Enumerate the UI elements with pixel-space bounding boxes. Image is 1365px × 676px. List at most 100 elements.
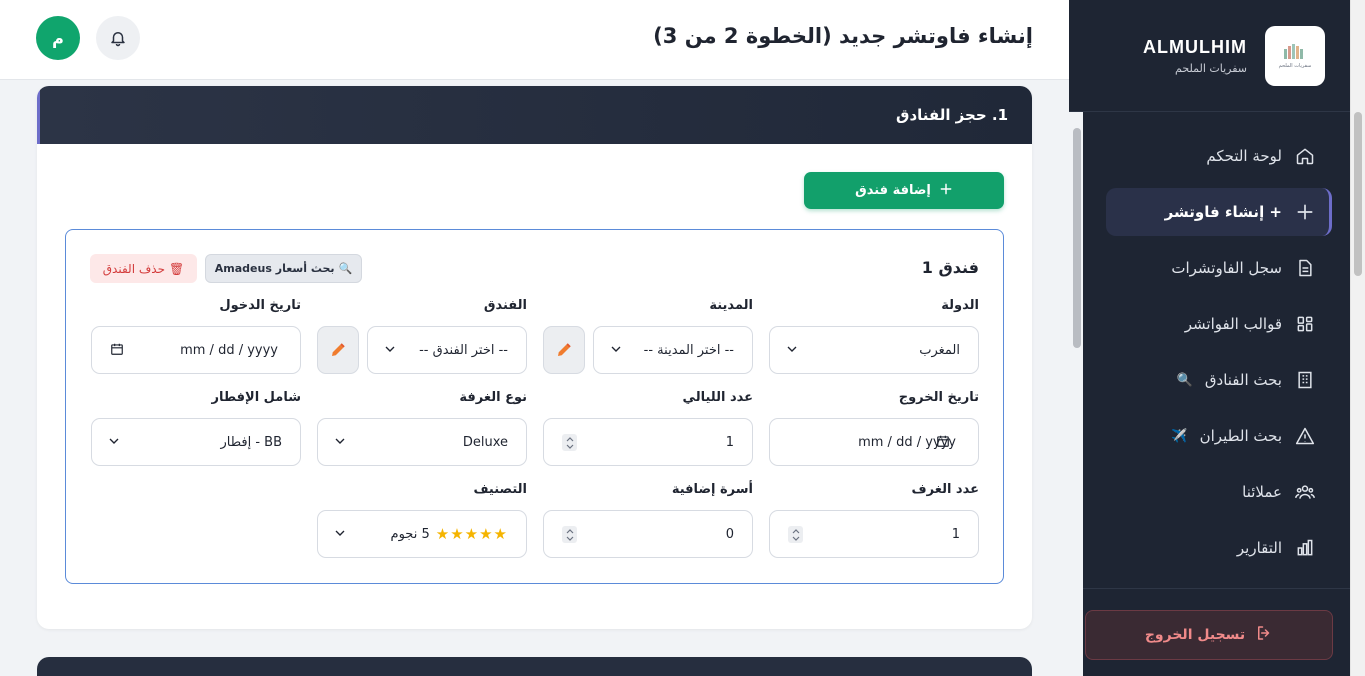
chevron-down-icon bbox=[109, 438, 119, 444]
notifications-button[interactable] bbox=[96, 16, 140, 60]
logout-label: تسجيل الخروج bbox=[1144, 627, 1246, 643]
spinner-icon[interactable] bbox=[788, 526, 803, 543]
extra-beds-stepper[interactable]: 0 bbox=[543, 510, 753, 558]
rooms-stepper[interactable]: 1 bbox=[769, 510, 979, 558]
delete-hotel-button[interactable]: 🗑 حذف الفندق bbox=[90, 254, 197, 283]
sidebar-footer: تسجيل الخروج bbox=[1069, 588, 1365, 660]
grid-icon bbox=[1294, 313, 1316, 335]
sidebar-item-flight-search[interactable]: بحث الطيران ✈️ bbox=[1106, 412, 1332, 460]
rating-label: التصنيف bbox=[473, 482, 527, 497]
spinner-icon[interactable] bbox=[562, 526, 577, 543]
chevron-down-icon bbox=[787, 346, 797, 352]
sidebar-item-dashboard[interactable]: لوحة التحكم bbox=[1106, 132, 1332, 180]
sidebar-item-voucher-log[interactable]: سجل الفاوتشرات bbox=[1106, 244, 1332, 292]
pencil-icon bbox=[332, 343, 345, 356]
checkin-date-input[interactable]: mm / dd / yyyy bbox=[91, 326, 301, 374]
rooms-label: عدد الغرف bbox=[911, 482, 979, 497]
board-select[interactable]: BB - إفطار bbox=[91, 418, 301, 466]
pencil-icon bbox=[558, 343, 571, 356]
bell-icon bbox=[111, 32, 125, 47]
bar-chart-icon bbox=[1294, 537, 1316, 559]
topbar: إنشاء فاوتشر جديد (الخطوة 2 من 3) م bbox=[0, 0, 1069, 80]
logout-button[interactable]: تسجيل الخروج bbox=[1085, 610, 1333, 660]
checkin-value: mm / dd / yyyy bbox=[180, 342, 278, 358]
sidebar-nav: لوحة التحكم + إنشاء فاوتشر سجل الفاوتشرا… bbox=[1069, 112, 1365, 572]
page-title: إنشاء فاوتشر جديد (الخطوة 2 من 3) bbox=[653, 24, 1033, 48]
checkout-date-input[interactable]: mm / dd / yyyy bbox=[769, 418, 979, 466]
next-section-card bbox=[37, 657, 1032, 676]
chevron-down-icon bbox=[335, 530, 345, 536]
sidebar-item-voucher-templates[interactable]: قوالب الفواتشر bbox=[1106, 300, 1332, 348]
logout-icon bbox=[1255, 624, 1273, 646]
sidebar-item-reports[interactable]: التقارير bbox=[1106, 524, 1332, 572]
star-icon: ★★★★★ bbox=[435, 525, 508, 543]
chevron-down-icon bbox=[611, 346, 621, 352]
users-icon bbox=[1294, 481, 1316, 503]
page-scrollbar[interactable] bbox=[1350, 0, 1365, 676]
sidebar-item-label: لوحة التحكم bbox=[1206, 147, 1282, 165]
sidebar-item-hotel-search[interactable]: بحث الفنادق 🔍 bbox=[1106, 356, 1332, 404]
sidebar-item-label: عملائنا bbox=[1242, 483, 1282, 501]
sidebar-item-create-voucher[interactable]: + إنشاء فاوتشر bbox=[1106, 188, 1332, 236]
calendar-icon bbox=[111, 343, 123, 355]
checkout-label: تاريخ الخروج bbox=[898, 390, 979, 405]
brand-logo[interactable]: سفريات الملحم bbox=[1265, 25, 1325, 86]
brand-name: ALMULHIM bbox=[1143, 36, 1247, 57]
country-label: الدولة bbox=[941, 298, 979, 313]
magnifier-icon: 🔍 bbox=[1176, 372, 1193, 388]
room-type-select[interactable]: Deluxe bbox=[317, 418, 527, 466]
nights-label: عدد الليالي bbox=[682, 390, 753, 405]
chevron-down-icon bbox=[335, 438, 345, 444]
building-icon bbox=[1294, 369, 1316, 391]
sidebar-item-label: قوالب الفواتشر bbox=[1184, 315, 1282, 333]
edit-hotel-button[interactable] bbox=[317, 326, 359, 374]
room-type-value: Deluxe bbox=[462, 434, 508, 450]
add-hotel-label: إضافة فندق bbox=[855, 183, 931, 198]
calendar-icon bbox=[937, 435, 949, 447]
nights-stepper[interactable]: 1 bbox=[543, 418, 753, 466]
avatar[interactable]: م bbox=[36, 16, 80, 60]
country-select[interactable]: المغرب bbox=[769, 326, 979, 374]
logo-text: سفريات الملحم bbox=[1278, 62, 1312, 69]
sidebar-item-label: التقارير bbox=[1236, 539, 1282, 557]
nights-value: 1 bbox=[725, 434, 734, 450]
add-hotel-button[interactable]: إضافة فندق bbox=[804, 172, 1004, 209]
board-label: شامل الإفطار bbox=[211, 390, 301, 405]
hotel-booking-card: 1. حجز الفنادق إضافة فندق فندق 1 🔍 بحث أ… bbox=[37, 86, 1032, 629]
delete-hotel-label: حذف الفندق bbox=[102, 261, 166, 276]
rating-select[interactable]: ★★★★★ 5 نجوم bbox=[317, 510, 527, 558]
brand: سفريات الملحم ALMULHIM سفريات الملحم bbox=[1069, 0, 1365, 112]
edit-city-button[interactable] bbox=[543, 326, 585, 374]
sidebar-item-label: سجل الفاوتشرات bbox=[1171, 259, 1282, 277]
document-icon bbox=[1294, 257, 1316, 279]
page-scrollbar-thumb[interactable] bbox=[1354, 112, 1362, 276]
section-header: 1. حجز الفنادق bbox=[37, 86, 1032, 144]
airplane-icon: ✈️ bbox=[1171, 428, 1188, 444]
amadeus-search-button[interactable]: 🔍 بحث أسعار Amadeus bbox=[205, 254, 362, 283]
hotel-value: -- اختر الفندق -- bbox=[419, 342, 508, 358]
sidebar-item-label: بحث الطيران bbox=[1199, 427, 1282, 445]
plus-icon bbox=[1294, 201, 1316, 223]
section-title: 1. حجز الفنادق bbox=[896, 106, 1008, 124]
hotel-entry: فندق 1 🔍 بحث أسعار Amadeus 🗑 حذف الفندق … bbox=[65, 229, 1004, 584]
chevron-down-icon bbox=[385, 346, 395, 352]
hotel-title: فندق 1 bbox=[921, 258, 979, 277]
home-icon bbox=[1294, 145, 1316, 167]
content-scrollbar-thumb[interactable] bbox=[1073, 128, 1081, 348]
sidebar-item-clients[interactable]: عملائنا bbox=[1106, 468, 1332, 516]
spinner-icon[interactable] bbox=[562, 434, 577, 451]
extra-beds-label: أسرة إضافية bbox=[671, 482, 753, 497]
city-value: -- اختر المدينة -- bbox=[643, 342, 734, 358]
city-select[interactable]: -- اختر المدينة -- bbox=[593, 326, 753, 374]
search-icon: 🔍 bbox=[338, 262, 353, 275]
sidebar-item-label: + إنشاء فاوتشر bbox=[1164, 203, 1282, 221]
rooms-value: 1 bbox=[951, 526, 960, 542]
country-value: المغرب bbox=[919, 342, 960, 358]
extra-beds-value: 0 bbox=[725, 526, 734, 542]
rating-value: 5 نجوم bbox=[390, 526, 430, 542]
board-value: BB - إفطار bbox=[220, 434, 282, 450]
warning-triangle-icon bbox=[1294, 425, 1316, 447]
trash-icon: 🗑 bbox=[169, 261, 185, 276]
checkin-label: تاريخ الدخول bbox=[219, 298, 301, 313]
hotel-select[interactable]: -- اختر الفندق -- bbox=[367, 326, 527, 374]
